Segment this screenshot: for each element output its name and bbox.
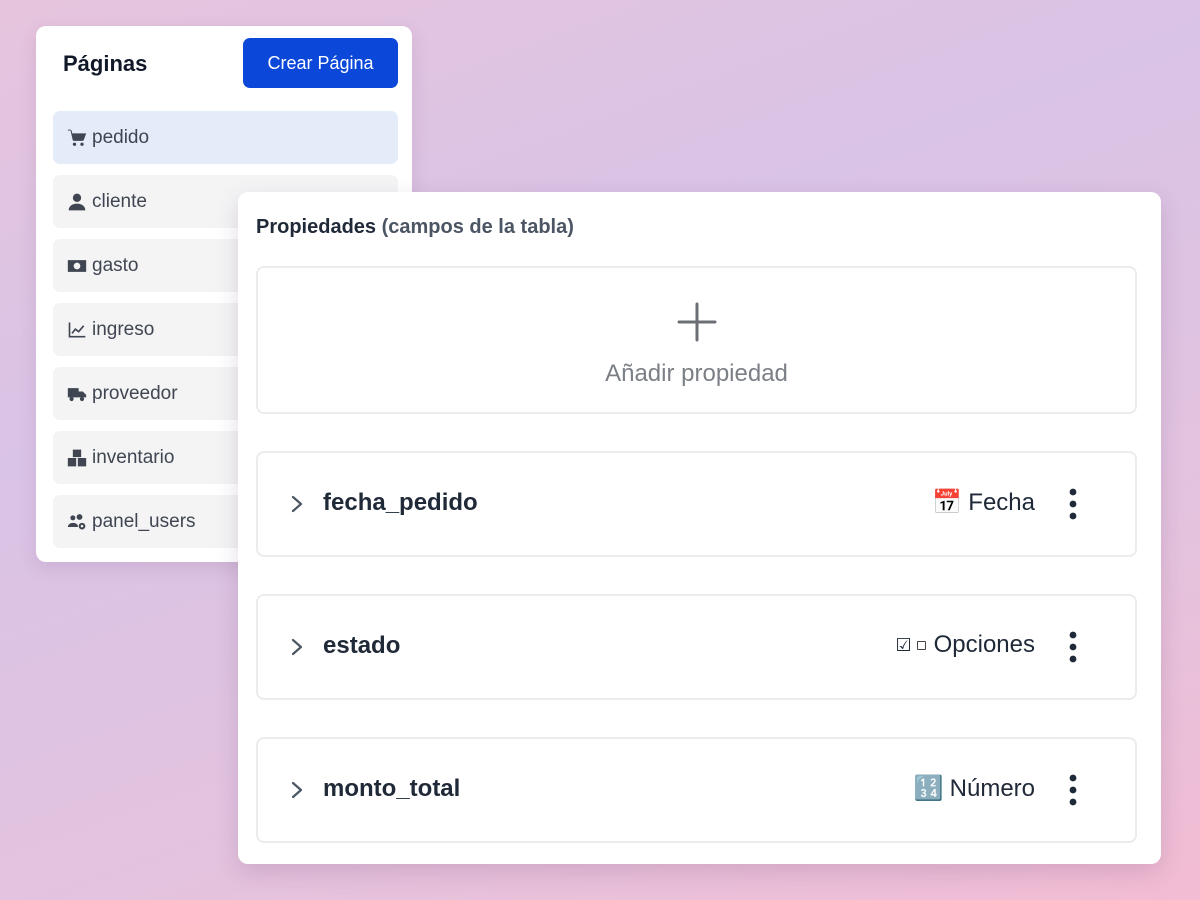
- more-options-icon[interactable]: [1063, 773, 1083, 807]
- chevron-right-icon[interactable]: [288, 636, 306, 658]
- user-icon: [66, 191, 88, 213]
- property-row: estado ☑ Opciones: [256, 594, 1137, 700]
- property-type-label: Fecha: [968, 488, 1035, 516]
- properties-heading: Propiedades (campos de la tabla): [256, 216, 574, 239]
- property-type-label: Número: [949, 774, 1035, 802]
- create-page-button[interactable]: Crear Página: [243, 38, 398, 88]
- property-name[interactable]: estado: [323, 632, 400, 660]
- page-item-label: cliente: [92, 190, 147, 212]
- chart-line-icon: [66, 319, 88, 341]
- property-type[interactable]: ☑ Opciones: [895, 631, 1035, 659]
- pages-title: Páginas: [63, 51, 148, 76]
- property-name[interactable]: monto_total: [323, 775, 460, 803]
- property-row: fecha_pedido 📅 Fecha: [256, 451, 1137, 557]
- property-name[interactable]: fecha_pedido: [323, 489, 478, 517]
- page-item-label: ingreso: [92, 318, 155, 340]
- property-type[interactable]: 🔢 Número: [914, 774, 1035, 803]
- money-icon: [66, 255, 88, 277]
- more-options-icon[interactable]: [1063, 630, 1083, 664]
- property-type[interactable]: 📅 Fecha: [932, 488, 1035, 517]
- boxes-icon: [66, 447, 88, 469]
- users-cog-icon: [66, 511, 88, 533]
- properties-heading-subtitle: (campos de la tabla): [381, 216, 574, 238]
- truck-icon: [66, 383, 88, 405]
- property-type-label: Opciones: [933, 631, 1035, 658]
- chevron-right-icon[interactable]: [288, 779, 306, 801]
- chevron-right-icon[interactable]: [288, 493, 306, 515]
- calendar-icon: 📅: [932, 489, 963, 516]
- numbers-icon: 🔢: [913, 775, 944, 802]
- page-item-label: pedido: [92, 126, 150, 148]
- page-item-label: panel_users: [92, 510, 196, 532]
- property-row: monto_total 🔢 Número: [256, 737, 1137, 843]
- add-property-button[interactable]: Añadir propiedad: [256, 266, 1137, 414]
- page-item-label: gasto: [92, 254, 139, 276]
- page-item-label: proveedor: [92, 382, 178, 404]
- page-item-label: inventario: [92, 446, 175, 468]
- cart-icon: [66, 127, 88, 149]
- page-item-pedido[interactable]: pedido: [53, 111, 398, 164]
- plus-icon: [677, 302, 717, 342]
- more-options-icon[interactable]: [1063, 487, 1083, 521]
- properties-heading-title: Propiedades: [256, 216, 377, 238]
- add-property-label: Añadir propiedad: [605, 360, 788, 387]
- properties-panel: Propiedades (campos de la tabla) Añadir …: [238, 192, 1161, 864]
- checkbox-icon: ☑: [895, 635, 927, 656]
